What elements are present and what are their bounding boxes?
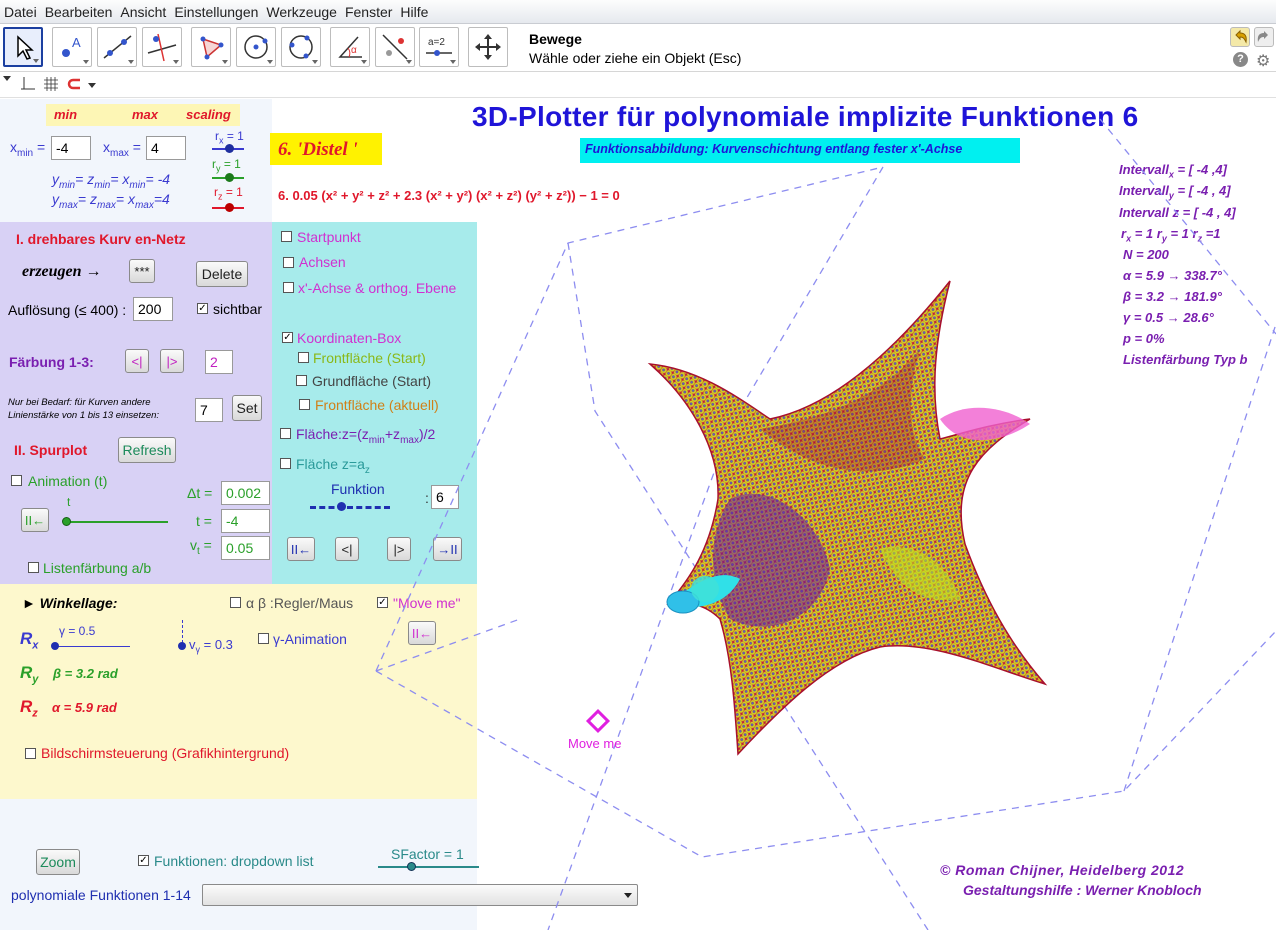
grid-toggle-icon[interactable] [43,76,59,92]
redo-icon [1257,31,1268,42]
toolbar: A α a=2 Bewege Wähle oder ziehe ein Obje… [0,24,1276,72]
help-icon[interactable]: ? [1233,52,1248,67]
angle-icon: α [338,36,362,58]
circle-three-points-icon [289,35,313,59]
menu-werkzeuge[interactable]: Werkzeuge [266,4,337,20]
settings-gear-icon[interactable]: ⚙ [1256,51,1270,71]
reflect-tool-button[interactable] [375,27,415,67]
slider-tool-button[interactable]: a=2 [419,27,459,67]
svg-text:a=2: a=2 [428,37,445,48]
point-icon: A [62,35,81,57]
point-tool-button[interactable]: A [52,27,92,67]
style-bar [0,72,1276,98]
menu-bar: Datei Bearbeiten Ansicht Einstellungen W… [0,0,1276,24]
chevron-down-icon[interactable] [88,83,96,88]
move-me-label: Move me [568,736,622,751]
tool-title: Bewege [529,31,582,47]
menu-hilfe[interactable]: Hilfe [400,4,428,20]
credits-author: © Roman Chijner, Heidelberg 2012 [940,862,1185,878]
menu-bearbeiten[interactable]: Bearbeiten [45,4,113,20]
plot-canvas [375,118,1276,930]
polygon-icon [200,36,224,60]
slider-icon: a=2 [426,37,452,56]
angle-tool-button[interactable]: α [330,27,370,67]
move-graphics-view-icon [475,34,501,60]
svg-text:α: α [351,45,357,56]
line-tool-button[interactable] [97,27,137,67]
menu-einstellungen[interactable]: Einstellungen [174,4,258,20]
redo-button[interactable] [1254,27,1274,47]
perpendicular-icon [147,33,177,62]
reflect-icon [382,34,408,60]
circle-icon [244,35,268,59]
line-icon [103,35,132,59]
undo-icon [1235,29,1247,44]
menu-fenster[interactable]: Fenster [345,4,392,20]
graphics-view[interactable]: min max scaling xmin = xmax = rx = 1 ry … [0,99,1276,930]
circle-tool-button[interactable] [236,27,276,67]
polygon-tool-button[interactable] [191,27,231,67]
point-capturing-magnet-icon[interactable] [67,76,83,92]
tool-help-text: Wähle oder ziehe ein Objekt (Esc) [529,50,742,66]
menu-datei[interactable]: Datei [4,4,37,20]
perpendicular-tool-button[interactable] [142,27,182,67]
axes-toggle-icon[interactable] [20,76,36,92]
circle-three-points-tool-button[interactable] [281,27,321,67]
move-me-point[interactable] [585,708,611,734]
distel-surface [647,280,1048,756]
credits-helper: Gestaltungshilfe : Werner Knobloch [963,882,1202,898]
stylebar-toggle-icon[interactable] [3,76,11,81]
move-view-tool-button[interactable] [468,27,508,67]
svg-text:A: A [72,35,81,50]
move-tool-button[interactable] [3,27,43,67]
undo-button[interactable] [1230,27,1250,47]
menu-ansicht[interactable]: Ansicht [120,4,166,20]
